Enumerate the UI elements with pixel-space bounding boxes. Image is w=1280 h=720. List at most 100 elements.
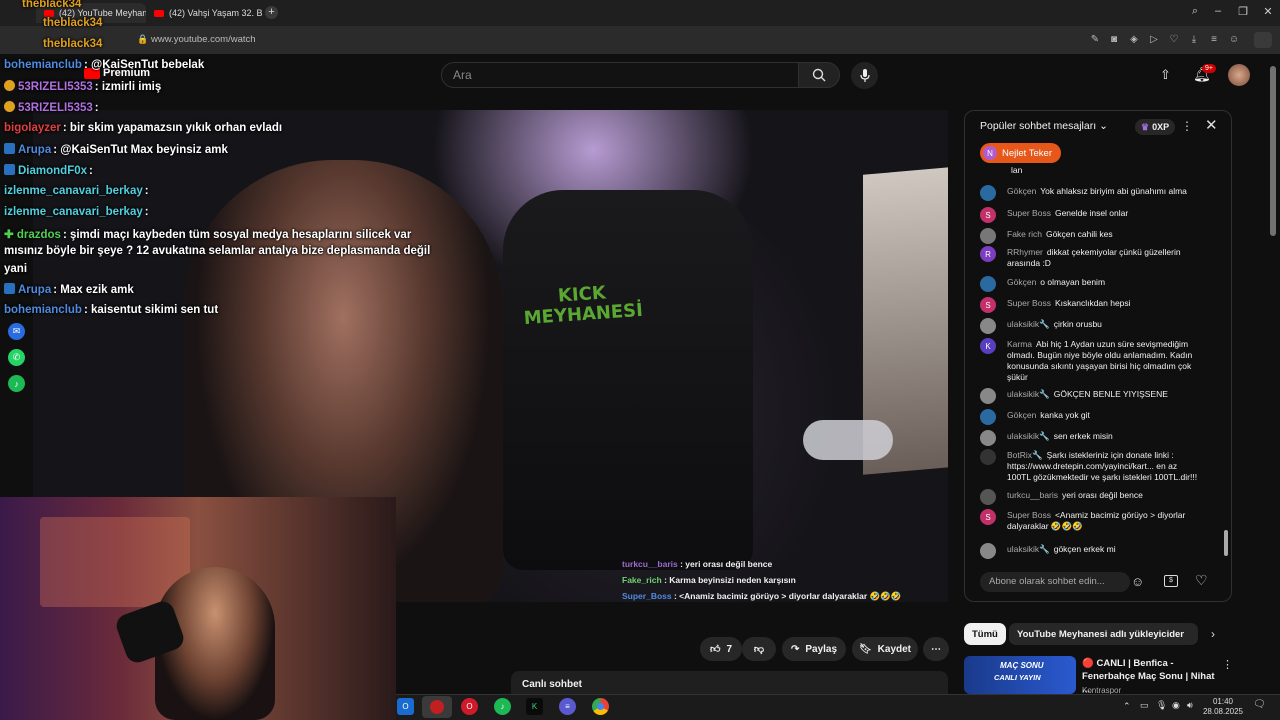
spotify-icon[interactable]: ♪ [8,375,25,392]
chat-input[interactable]: Abone olarak sohbet edin... [980,572,1130,592]
taskbar-active-app[interactable] [422,696,452,718]
chat-author[interactable]: turkcu__baris [1007,490,1058,500]
search-input[interactable]: Ara [441,62,799,88]
tab-vahsi-yasam[interactable]: (42) Vahşi Yaşam 32. Bölüm [146,3,262,23]
outlook-icon[interactable]: O [397,698,414,715]
chat-avatar[interactable] [980,318,996,334]
thumbs-up-icon: 👍︎ [709,644,721,655]
chat-more-icon[interactable]: ⋮ [1181,119,1193,133]
chat-text: sen erkek misin [1053,431,1113,441]
lock-icon[interactable]: 🔒 [137,34,148,45]
chat-avatar[interactable] [980,185,996,201]
chat-avatar[interactable] [980,228,996,244]
chat-text: GÖKÇEN BENLE YIYIŞSENE [1053,389,1168,399]
wifi-icon[interactable]: ◉ [1172,700,1180,711]
spotify-taskbar-icon[interactable]: ♪ [494,698,511,715]
shield-icon[interactable]: ◈ [1128,34,1140,46]
chat-avatar[interactable]: R [980,246,996,262]
heart-icon[interactable]: ♡ [1168,34,1180,46]
kick-icon[interactable]: K [526,698,543,715]
chat-author[interactable]: ulaksikik🔧 [1007,319,1050,329]
volume-icon[interactable]: 🔊︎ [1187,700,1193,711]
chat-message-body: Super Boss Genelde insel onlar [1007,208,1202,219]
maximize-button[interactable]: ❐ [1233,5,1253,18]
minimize-button[interactable]: – [1208,5,1228,17]
close-chat-icon[interactable]: ✕ [1205,116,1218,134]
chat-avatar[interactable] [980,276,996,292]
tray-chevron-icon[interactable]: ⌃ [1123,701,1131,712]
chat-avatar[interactable]: S [980,297,996,313]
chat-avatar[interactable]: K [980,338,996,354]
opera-icon[interactable]: O [461,698,478,715]
chat-avatar[interactable] [980,449,996,465]
chat-author[interactable]: Fake rich [1007,229,1042,239]
chat-author[interactable]: Gökçen [1007,277,1036,287]
taskbar-clock[interactable]: 01:40 28.08.2025 [1200,697,1246,717]
chat-author[interactable]: RRhymer [1007,247,1043,257]
close-window-button[interactable]: ✕ [1258,5,1278,18]
chat-author[interactable]: Gökçen [1007,410,1036,420]
chrome-icon[interactable] [592,698,609,715]
more-actions-button[interactable]: ⋯ [923,637,949,661]
heart-reaction-icon[interactable]: ♡ [1195,572,1208,589]
messenger-icon[interactable]: ✉ [8,323,25,340]
dislike-button[interactable]: 👎︎ [742,637,776,661]
emoji-icon[interactable]: ☺ [1131,574,1144,589]
thumbs-down-icon: 👎︎ [753,644,765,655]
pinned-user-chip[interactable]: N Nejlet Teker [980,143,1061,163]
save-button[interactable]: 🔖︎ Kaydet [852,637,918,661]
chat-message-body: Fake rich Gökçen cahili kes [1007,229,1202,240]
chat-avatar[interactable]: S [980,509,996,525]
tab-search-icon[interactable]: ⌕ [1185,5,1205,18]
chip-partial[interactable] [1184,623,1198,645]
notification-center-icon[interactable]: 🗨︎ [1253,699,1266,710]
download-icon[interactable]: ⤓ [1188,34,1200,46]
chat-avatar[interactable] [980,409,996,425]
chat-author[interactable]: Super Boss [1007,510,1051,520]
menu-icon[interactable]: ≡ [1208,34,1220,46]
profile-icon[interactable]: ☺ [1228,34,1240,46]
like-button[interactable]: 👍︎ 7 [700,637,742,661]
voice-search-button[interactable] [851,62,878,89]
left-chat-line: Arupa: Max ezik amk [4,283,134,296]
url-field[interactable]: www.youtube.com/watch [151,34,256,45]
search-button[interactable] [798,62,840,88]
chevron-right-icon[interactable]: › [1211,627,1215,641]
chat-avatar[interactable] [980,388,996,404]
chat-mode-dropdown[interactable]: Popüler sohbet mesajları ⌄ [980,120,1108,132]
chat-scrollbar[interactable] [1224,170,1228,562]
chip-all[interactable]: Tümü [964,623,1006,645]
new-tab-button[interactable]: + [265,6,278,19]
app-icon[interactable]: ≡ [559,698,576,715]
chat-author[interactable]: Super Boss [1007,298,1051,308]
recommended-more-icon[interactable]: ⋮ [1222,658,1233,671]
xp-badge[interactable]: ♛ 0XP [1135,119,1176,135]
edit-icon[interactable]: ✎ [1089,34,1101,46]
chat-author[interactable]: BotRix🔧 [1007,450,1043,460]
left-chat-line: izlenme_canavari_berkay: [4,206,149,218]
chat-author[interactable]: ulaksikik🔧 [1007,431,1050,441]
camera-icon[interactable]: ◙ [1108,34,1120,46]
chat-author[interactable]: ulaksikik🔧 [1007,389,1050,399]
tray-mic-icon[interactable]: 🎙︎ [1156,700,1167,711]
page-scrollbar[interactable] [1270,66,1276,236]
chat-avatar[interactable] [980,543,996,559]
share-button[interactable]: ↷ Paylaş [782,637,846,661]
chat-avatar[interactable] [980,489,996,505]
chat-avatar[interactable] [980,430,996,446]
avatar[interactable] [1228,64,1250,86]
chat-author[interactable]: Gökçen [1007,186,1036,196]
chat-author[interactable]: Karma [1007,339,1032,349]
extension-icon[interactable] [1254,32,1272,48]
tray-device-icon[interactable]: ▭ [1140,700,1149,711]
chat-avatar[interactable]: S [980,207,996,223]
chat-author[interactable]: ulaksikik🔧 [1007,544,1050,554]
upload-icon[interactable]: ⇧ [1160,67,1171,83]
whatsapp-icon[interactable]: ✆ [8,349,25,366]
play-icon[interactable]: ▷ [1148,34,1160,46]
chip-uploader[interactable]: YouTube Meyhanesi adlı yükleyiciden [1009,623,1195,645]
chat-scrollbar-thumb[interactable] [1224,530,1228,556]
super-chat-icon[interactable]: $ [1164,575,1178,587]
chat-author[interactable]: Super Boss [1007,208,1051,218]
recommended-thumbnail[interactable]: MAÇ SONU CANLI YAYIN [964,656,1076,694]
